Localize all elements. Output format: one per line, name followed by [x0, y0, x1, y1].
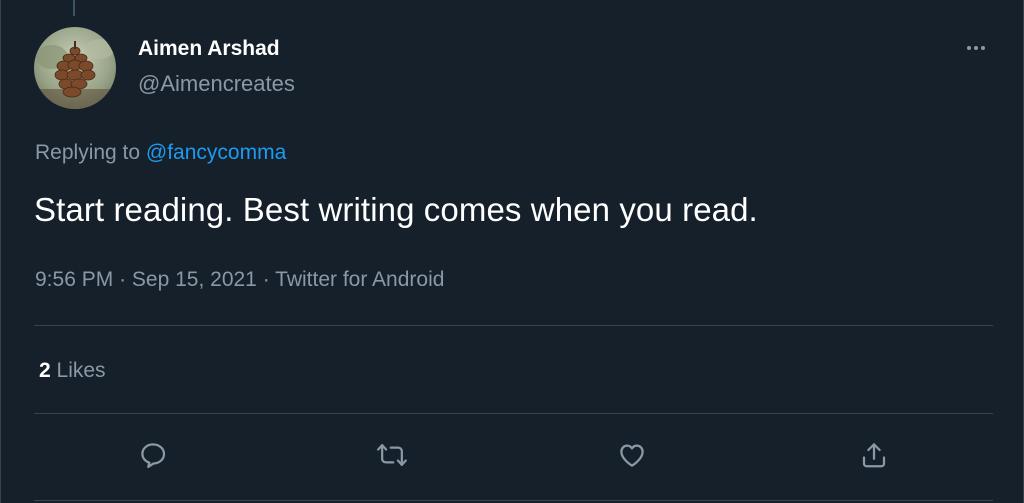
- divider: [34, 500, 993, 501]
- tweet-time[interactable]: 9:56 PM: [35, 268, 113, 291]
- divider: [34, 325, 993, 326]
- reply-mention-link[interactable]: @fancycomma: [146, 141, 286, 164]
- tweet-detail: Aimen Arshad @Aimencreates Replying to @…: [0, 0, 1024, 503]
- like-icon: [620, 444, 644, 467]
- likes-count: 2: [39, 359, 51, 382]
- meta-separator: ·: [119, 268, 127, 291]
- author-display-name[interactable]: Aimen Arshad: [138, 37, 280, 61]
- likes-stat[interactable]: 2 Likes: [39, 359, 106, 383]
- like-button[interactable]: [614, 437, 650, 473]
- thread-connector-line: [73, 0, 75, 16]
- tweet-text: Start reading. Best writing comes when y…: [34, 191, 758, 228]
- share-icon: [862, 443, 886, 468]
- divider: [34, 413, 993, 414]
- meta-separator: ·: [262, 268, 270, 291]
- pinecone-avatar-image: [34, 27, 116, 109]
- tweet-date[interactable]: Sep 15, 2021: [132, 268, 257, 291]
- share-button[interactable]: [856, 437, 892, 473]
- more-options-button[interactable]: [959, 36, 993, 60]
- tweet-metadata: 9:56 PM · Sep 15, 2021 · Twitter for And…: [35, 268, 444, 292]
- replying-to-label: Replying to: [35, 141, 141, 164]
- more-dots-icon: [967, 46, 971, 50]
- replying-to-line: Replying to @fancycomma: [35, 141, 286, 165]
- retweet-icon: [377, 444, 407, 466]
- author-handle[interactable]: @Aimencreates: [138, 71, 295, 97]
- avatar[interactable]: [34, 27, 116, 109]
- reply-button[interactable]: [135, 437, 171, 473]
- likes-label: Likes: [56, 359, 106, 382]
- tweet-source[interactable]: Twitter for Android: [275, 268, 444, 291]
- reply-icon: [141, 443, 166, 468]
- retweet-button[interactable]: [374, 437, 410, 473]
